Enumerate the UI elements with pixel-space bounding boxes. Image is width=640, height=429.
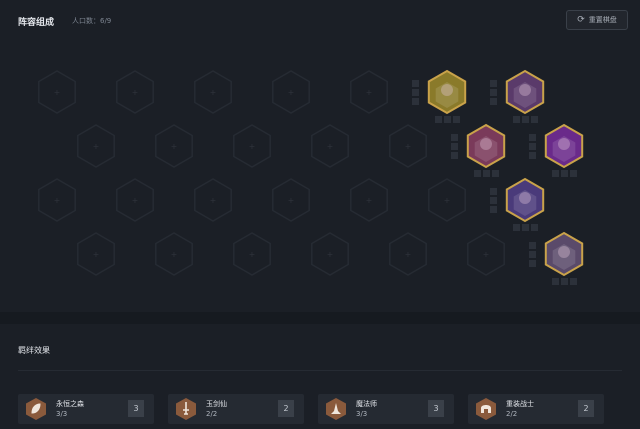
trait-name: 重装战士 <box>506 400 534 408</box>
plus-icon: + <box>132 88 139 97</box>
champion-4[interactable] <box>544 123 584 169</box>
plus-icon: + <box>405 142 412 151</box>
item-slot[interactable] <box>529 242 536 249</box>
item-slot[interactable] <box>529 260 536 267</box>
trait-badge: 2 <box>578 400 594 417</box>
item-slot[interactable] <box>412 89 419 96</box>
helmet-icon <box>476 398 496 420</box>
trait-card[interactable]: 永恒之森 3/3 3 <box>18 394 154 424</box>
plus-icon: + <box>288 196 295 205</box>
star-slot[interactable] <box>522 224 529 231</box>
trait-badge: 3 <box>428 400 444 417</box>
item-slot[interactable] <box>529 143 536 150</box>
traits-title: 羁绊效果 <box>18 346 50 355</box>
plus-icon: + <box>93 250 100 259</box>
trait-card[interactable]: 魔法师 3/3 3 <box>318 394 454 424</box>
star-slot[interactable] <box>552 278 559 285</box>
star-slot[interactable] <box>561 170 568 177</box>
trait-name: 玉剑仙 <box>206 400 227 408</box>
trait-card[interactable]: 玉剑仙 2/2 2 <box>168 394 304 424</box>
star-slot[interactable] <box>444 116 451 123</box>
star-slot[interactable] <box>435 116 442 123</box>
section-divider <box>0 312 640 324</box>
star-slot[interactable] <box>552 170 559 177</box>
champion-5[interactable] <box>505 177 545 223</box>
plus-icon: + <box>171 142 178 151</box>
board-panel: 阵容组成 人口数：6/9 ⟳ 重置棋盘 + + + + + + + + + + + + + + + + + + + +… <box>0 0 640 312</box>
item-slot[interactable] <box>451 152 458 159</box>
star-slot[interactable] <box>531 116 538 123</box>
item-slot[interactable] <box>451 134 458 141</box>
plus-icon: + <box>405 250 412 259</box>
plus-icon: + <box>210 88 217 97</box>
star-slot[interactable] <box>522 116 529 123</box>
star-slot[interactable] <box>561 278 568 285</box>
item-slot[interactable] <box>490 80 497 87</box>
item-slot[interactable] <box>490 188 497 195</box>
plus-icon: + <box>366 196 373 205</box>
trait-name: 魔法师 <box>356 400 377 408</box>
champion-2[interactable] <box>505 69 545 115</box>
trait-badge: 2 <box>278 400 294 417</box>
item-slot[interactable] <box>490 89 497 96</box>
trait-count: 3/3 <box>56 410 68 418</box>
champion-6[interactable] <box>544 231 584 277</box>
plus-icon: + <box>171 250 178 259</box>
trait-count: 2/2 <box>206 410 218 418</box>
star-slot[interactable] <box>483 170 490 177</box>
item-slot[interactable] <box>490 98 497 105</box>
item-slot[interactable] <box>529 251 536 258</box>
star-slot[interactable] <box>513 224 520 231</box>
star-slot[interactable] <box>492 170 499 177</box>
item-slot[interactable] <box>490 197 497 204</box>
plus-icon: + <box>93 142 100 151</box>
champion-3[interactable] <box>466 123 506 169</box>
star-slot[interactable] <box>513 116 520 123</box>
traits-panel: 羁绊效果 永恒之森 3/3 3 玉剑仙 2/2 2 魔法师 3/3 3 重装战士… <box>0 324 640 429</box>
leaf-icon <box>26 398 46 420</box>
item-slot[interactable] <box>451 143 458 150</box>
plus-icon: + <box>366 88 373 97</box>
plus-icon: + <box>210 196 217 205</box>
trait-name: 永恒之森 <box>56 400 84 408</box>
plus-icon: + <box>288 88 295 97</box>
item-slot[interactable] <box>412 80 419 87</box>
star-slot[interactable] <box>453 116 460 123</box>
trait-badge: 3 <box>128 400 144 417</box>
plus-icon: + <box>249 142 256 151</box>
hex-board: + + + + + + + + + + + + + + + + + + + + + + <box>38 69 584 285</box>
plus-icon: + <box>327 142 334 151</box>
item-slot[interactable] <box>529 152 536 159</box>
trait-count: 3/3 <box>356 410 368 418</box>
star-slot[interactable] <box>570 170 577 177</box>
plus-icon: + <box>249 250 256 259</box>
star-slot[interactable] <box>531 224 538 231</box>
star-slot[interactable] <box>474 170 481 177</box>
trait-count: 2/2 <box>506 410 518 418</box>
plus-icon: + <box>444 196 451 205</box>
traits-divider <box>18 370 622 371</box>
plus-icon: + <box>54 88 61 97</box>
champion-1[interactable] <box>427 69 467 115</box>
plus-icon: + <box>327 250 334 259</box>
item-slot[interactable] <box>490 206 497 213</box>
plus-icon: + <box>483 250 490 259</box>
star-slot[interactable] <box>570 278 577 285</box>
plus-icon: + <box>54 196 61 205</box>
trait-card[interactable]: 重装战士 2/2 2 <box>468 394 604 424</box>
item-slot[interactable] <box>529 134 536 141</box>
plus-icon: + <box>132 196 139 205</box>
sword-icon <box>176 398 196 420</box>
item-slot[interactable] <box>412 98 419 105</box>
wizard-hat-icon <box>326 398 346 420</box>
